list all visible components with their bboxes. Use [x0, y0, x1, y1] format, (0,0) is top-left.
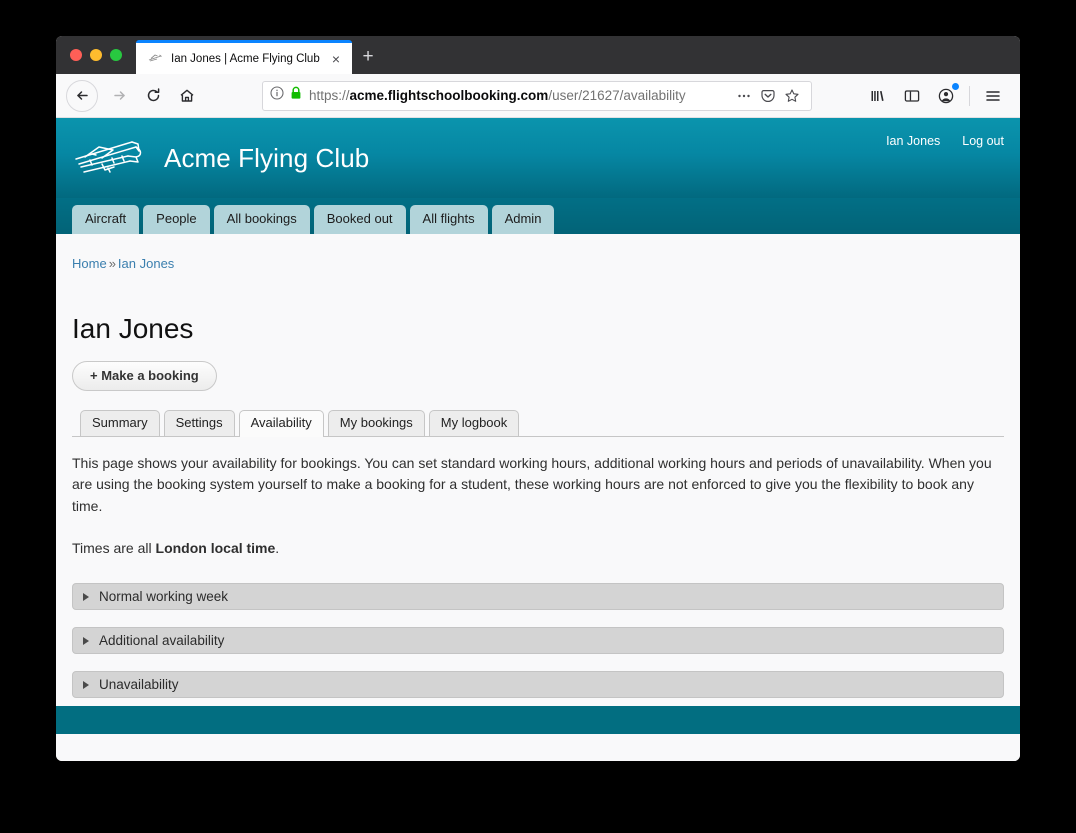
forward-button[interactable]	[102, 79, 136, 113]
site-nav-item-all-bookings[interactable]: All bookings	[213, 204, 310, 234]
timezone-note: Times are all London local time.	[72, 538, 1004, 559]
info-icon[interactable]	[270, 86, 284, 105]
availability-accordion: Normal working week Additional availabil…	[72, 583, 1004, 699]
url-text[interactable]: https://acme.flightschoolbooking.com/use…	[309, 88, 732, 103]
site-brand-name: Acme Flying Club	[164, 142, 370, 173]
star-icon[interactable]	[780, 88, 804, 104]
chevron-right-icon	[83, 636, 89, 645]
browser-tab-title: Ian Jones | Acme Flying Club	[171, 52, 320, 65]
availability-intro-text: This page shows your availability for bo…	[72, 455, 992, 514]
browser-nav-toolbar: https://acme.flightschoolbooking.com/use…	[56, 74, 1020, 118]
site-nav-item-booked-out[interactable]: Booked out	[313, 204, 406, 234]
profile-tabs: Summary Settings Availability My booking…	[72, 408, 1004, 437]
hamburger-menu-icon[interactable]	[976, 79, 1010, 113]
aeroplane-logo[interactable]	[72, 134, 150, 182]
browser-window: Ian Jones | Acme Flying Club × + https:/…	[56, 36, 1020, 761]
minimize-window-button[interactable]	[90, 49, 102, 61]
accordion-normal-working-week[interactable]: Normal working week	[72, 583, 1004, 611]
accordion-label: Normal working week	[99, 589, 229, 605]
tab-summary[interactable]: Summary	[80, 409, 160, 436]
user-name-link[interactable]: Ian Jones	[886, 134, 940, 148]
padlock-icon	[290, 86, 302, 105]
tab-settings[interactable]: Settings	[163, 409, 235, 436]
accordion-label: Unavailability	[99, 677, 179, 693]
page-actions-button[interactable]	[732, 88, 756, 104]
page-viewport: Acme Flying Club Ian Jones Log out Aircr…	[56, 118, 1020, 761]
window-traffic-lights	[56, 36, 136, 74]
page-title: Ian Jones	[72, 313, 194, 344]
tab-my-logbook[interactable]: My logbook	[428, 409, 520, 436]
timezone-note-value: London local time	[155, 539, 276, 556]
site-nav-item-aircraft[interactable]: Aircraft	[72, 204, 140, 234]
account-notification-badge	[952, 82, 959, 90]
site-header: Acme Flying Club Ian Jones Log out	[56, 118, 1020, 198]
page-content: Home» Ian Jones Ian Jones + Make a bookin…	[56, 234, 1020, 706]
accordion-additional-availability[interactable]: Additional availability	[72, 627, 1004, 655]
breadcrumb-current-link[interactable]: Ian Jones	[118, 256, 174, 271]
make-a-booking-button[interactable]: + Make a booking	[72, 361, 217, 391]
plane-favicon	[147, 51, 163, 67]
timezone-note-suffix: .	[275, 539, 280, 556]
site-nav-item-admin[interactable]: Admin	[491, 204, 555, 234]
browser-tab-active[interactable]: Ian Jones | Acme Flying Club ×	[136, 40, 352, 74]
browser-toolbar-right	[861, 79, 1010, 113]
breadcrumb: Home» Ian Jones	[72, 256, 1004, 271]
tab-availability[interactable]: Availability	[238, 409, 324, 437]
accordion-label: Additional availability	[99, 633, 225, 649]
log-out-link[interactable]: Log out	[962, 134, 1004, 148]
pocket-icon[interactable]	[756, 88, 780, 104]
close-tab-icon[interactable]: ×	[328, 51, 344, 67]
reload-button[interactable]	[136, 79, 170, 113]
back-button[interactable]	[66, 79, 98, 112]
maximize-window-button[interactable]	[110, 49, 122, 61]
close-window-button[interactable]	[70, 49, 82, 61]
accordion-unavailability[interactable]: Unavailability	[72, 671, 1004, 699]
breadcrumb-home-link[interactable]: Home	[72, 256, 107, 271]
sidebar-icon[interactable]	[895, 79, 929, 113]
site-footer	[56, 706, 1020, 734]
breadcrumb-separator: »	[108, 256, 116, 271]
home-button[interactable]	[170, 79, 204, 113]
timezone-note-prefix: Times are all	[72, 539, 156, 556]
site-nav-item-people[interactable]: People	[143, 204, 210, 234]
browser-tab-strip: Ian Jones | Acme Flying Club × +	[56, 36, 1020, 74]
account-icon[interactable]	[929, 79, 963, 113]
library-icon[interactable]	[861, 79, 895, 113]
tab-my-bookings[interactable]: My bookings	[327, 409, 425, 436]
chevron-right-icon	[83, 592, 89, 601]
url-bar[interactable]: https://acme.flightschoolbooking.com/use…	[262, 80, 812, 111]
site-header-links: Ian Jones Log out	[886, 134, 1004, 148]
site-nav: Aircraft People All bookings Booked out …	[56, 198, 1020, 234]
chevron-right-icon	[83, 680, 89, 689]
toolbar-divider	[969, 85, 970, 106]
new-tab-button[interactable]: +	[352, 40, 384, 74]
site-nav-item-all-flights[interactable]: All flights	[409, 204, 488, 234]
